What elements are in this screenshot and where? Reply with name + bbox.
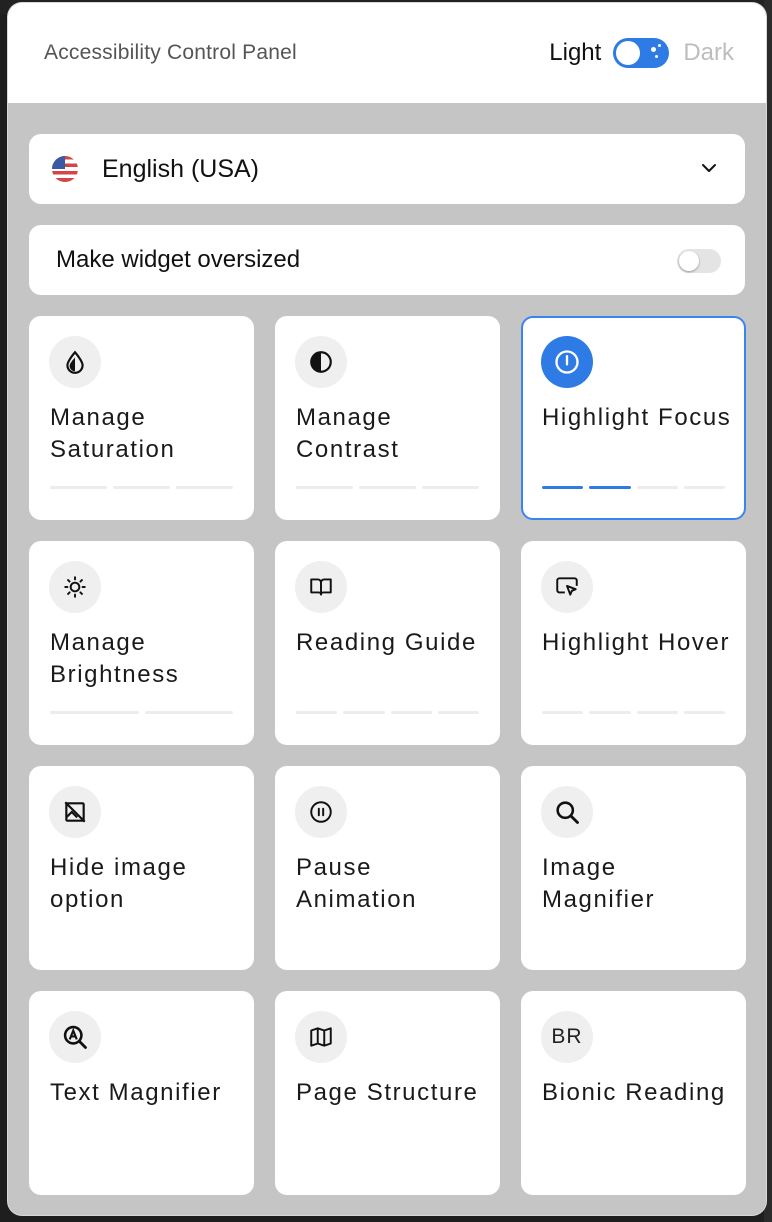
book-icon: [295, 561, 347, 613]
theme-dark-label[interactable]: Dark: [683, 39, 734, 67]
level-segment: [113, 486, 170, 489]
level-indicator: [50, 711, 233, 715]
theme-switcher: Light Dark: [549, 35, 734, 71]
feature-tile-label: Hide image option: [50, 854, 188, 913]
feature-tile-label: Reading Guide: [296, 629, 477, 656]
level-indicator: [542, 486, 725, 490]
text-magnifier-icon: [49, 1011, 101, 1063]
star-icon: [651, 47, 657, 52]
level-segment: [589, 486, 631, 489]
level-segment: [542, 711, 584, 714]
language-select[interactable]: English (USA): [29, 134, 745, 204]
language-selected-value: English (USA): [102, 155, 259, 183]
level-segment: [50, 486, 107, 489]
level-segment: [296, 486, 353, 489]
level-segment: [390, 711, 432, 714]
panel-title: Accessibility Control Panel: [44, 41, 297, 64]
theme-toggle[interactable]: [613, 38, 670, 68]
level-segment: [50, 711, 139, 714]
feature-tile[interactable]: Hide image option: [29, 766, 254, 970]
feature-tile-label: Text Magnifier: [50, 1079, 222, 1106]
map-icon: [295, 1011, 347, 1063]
feature-tile-label: Page Structure: [296, 1079, 479, 1106]
level-segment: [542, 486, 584, 489]
br-icon-text: BR: [551, 1025, 583, 1048]
level-segment: [636, 486, 678, 489]
br-icon: BR: [541, 1011, 593, 1063]
feature-tile[interactable]: Pause Animation: [275, 766, 500, 970]
level-segment: [422, 486, 479, 489]
feature-tile-label: Bionic Reading: [542, 1079, 726, 1106]
level-segment: [144, 711, 233, 714]
star-icon: [655, 55, 659, 58]
star-icon: [658, 44, 662, 47]
level-segment: [589, 711, 631, 714]
focus-icon: [541, 336, 593, 388]
level-indicator: [296, 486, 479, 490]
level-indicator: [50, 486, 233, 490]
sun-icon: [49, 561, 101, 613]
feature-tile[interactable]: Reading Guide: [275, 541, 500, 745]
pause-icon: [295, 786, 347, 838]
feature-tile-label: Image Magnifier: [542, 854, 656, 913]
level-segment: [683, 711, 725, 714]
feature-tile[interactable]: Manage Contrast: [275, 316, 500, 520]
theme-toggle-knob: [616, 41, 641, 65]
accessibility-panel: Accessibility Control Panel Light Dark E…: [8, 3, 766, 1215]
level-segment: [636, 711, 678, 714]
oversize-label: Make widget oversized: [56, 246, 301, 273]
feature-tile-label: Highlight Focus: [542, 404, 732, 431]
level-indicator: [542, 711, 725, 715]
feature-tile-label: Manage Contrast: [296, 404, 400, 463]
feature-tile[interactable]: BR Bionic Reading: [521, 991, 746, 1195]
feature-tile[interactable]: Highlight Focus: [521, 316, 746, 520]
feature-tile[interactable]: Text Magnifier: [29, 991, 254, 1195]
oversize-toggle[interactable]: [677, 249, 721, 273]
hide-image-icon: [49, 786, 101, 838]
oversize-toggle-knob: [679, 251, 699, 271]
level-segment: [176, 486, 233, 489]
theme-light-label[interactable]: Light: [549, 39, 601, 67]
feature-tile[interactable]: Manage Brightness: [29, 541, 254, 745]
feature-tile-label: Manage Brightness: [50, 629, 180, 688]
feature-tile[interactable]: Page Structure: [275, 991, 500, 1195]
level-segment: [359, 486, 416, 489]
hover-pointer-icon: [541, 561, 593, 613]
feature-tile-label: Manage Saturation: [50, 404, 176, 463]
feature-tile[interactable]: Highlight Hover: [521, 541, 746, 745]
magnifier-icon: [541, 786, 593, 838]
level-indicator: [296, 711, 479, 715]
us-flag-icon: [52, 156, 78, 182]
panel-header: Accessibility Control Panel Light Dark: [8, 3, 766, 103]
chevron-down-icon: [702, 164, 716, 172]
level-segment: [296, 711, 338, 714]
feature-tile-label: Highlight Hover: [542, 629, 731, 656]
oversize-row: Make widget oversized: [29, 225, 745, 295]
level-segment: [343, 711, 385, 714]
feature-tile-label: Pause Animation: [296, 854, 418, 913]
droplet-icon: [49, 336, 101, 388]
contrast-icon: [295, 336, 347, 388]
feature-tile[interactable]: Image Magnifier: [521, 766, 746, 970]
level-segment: [437, 711, 479, 714]
feature-tile[interactable]: Manage Saturation: [29, 316, 254, 520]
level-segment: [683, 486, 725, 489]
